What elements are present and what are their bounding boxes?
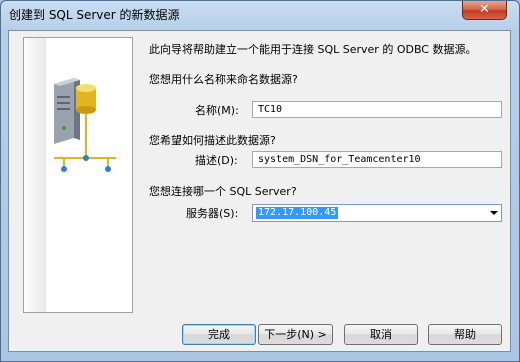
finish-button[interactable]: 完成 [182,324,256,345]
server-question: 您想连接哪一个 SQL Server? [149,185,297,198]
wizard-art-panel [23,37,133,313]
intro-text: 此向导将帮助建立一个能用于连接 SQL Server 的 ODBC 数据源。 [149,43,477,56]
help-button[interactable]: 帮助 [428,324,502,345]
server-label: 服务器(S): [186,207,239,220]
description-input[interactable]: system_DSN_for_Teamcenter10 [252,151,502,168]
close-icon: ✕ [479,2,490,17]
odbc-wizard-window: 创建到 SQL Server 的新数据源 ✕ 此向导将帮助建立一个能用于连接 S… [0,0,520,362]
name-input[interactable]: TC10 [252,101,502,118]
cancel-button[interactable]: 取消 [344,324,418,345]
server-value: 172.17.100.45 [256,207,339,219]
description-question: 您希望如何描述此数据源? [149,134,276,147]
database-server-icon [54,78,116,172]
next-button[interactable]: 下一步(N) > [258,324,333,345]
name-label: 名称(M): [195,104,239,117]
name-question: 您想用什么名称来命名数据源? [149,73,298,86]
description-label: 描述(D): [195,154,238,167]
window-title: 创建到 SQL Server 的新数据源 [9,8,180,22]
title-bar[interactable]: 创建到 SQL Server 的新数据源 ✕ [1,1,519,29]
close-button[interactable]: ✕ [462,1,507,20]
chevron-down-icon[interactable] [490,211,498,215]
server-combobox[interactable]: 172.17.100.45 [252,204,502,222]
